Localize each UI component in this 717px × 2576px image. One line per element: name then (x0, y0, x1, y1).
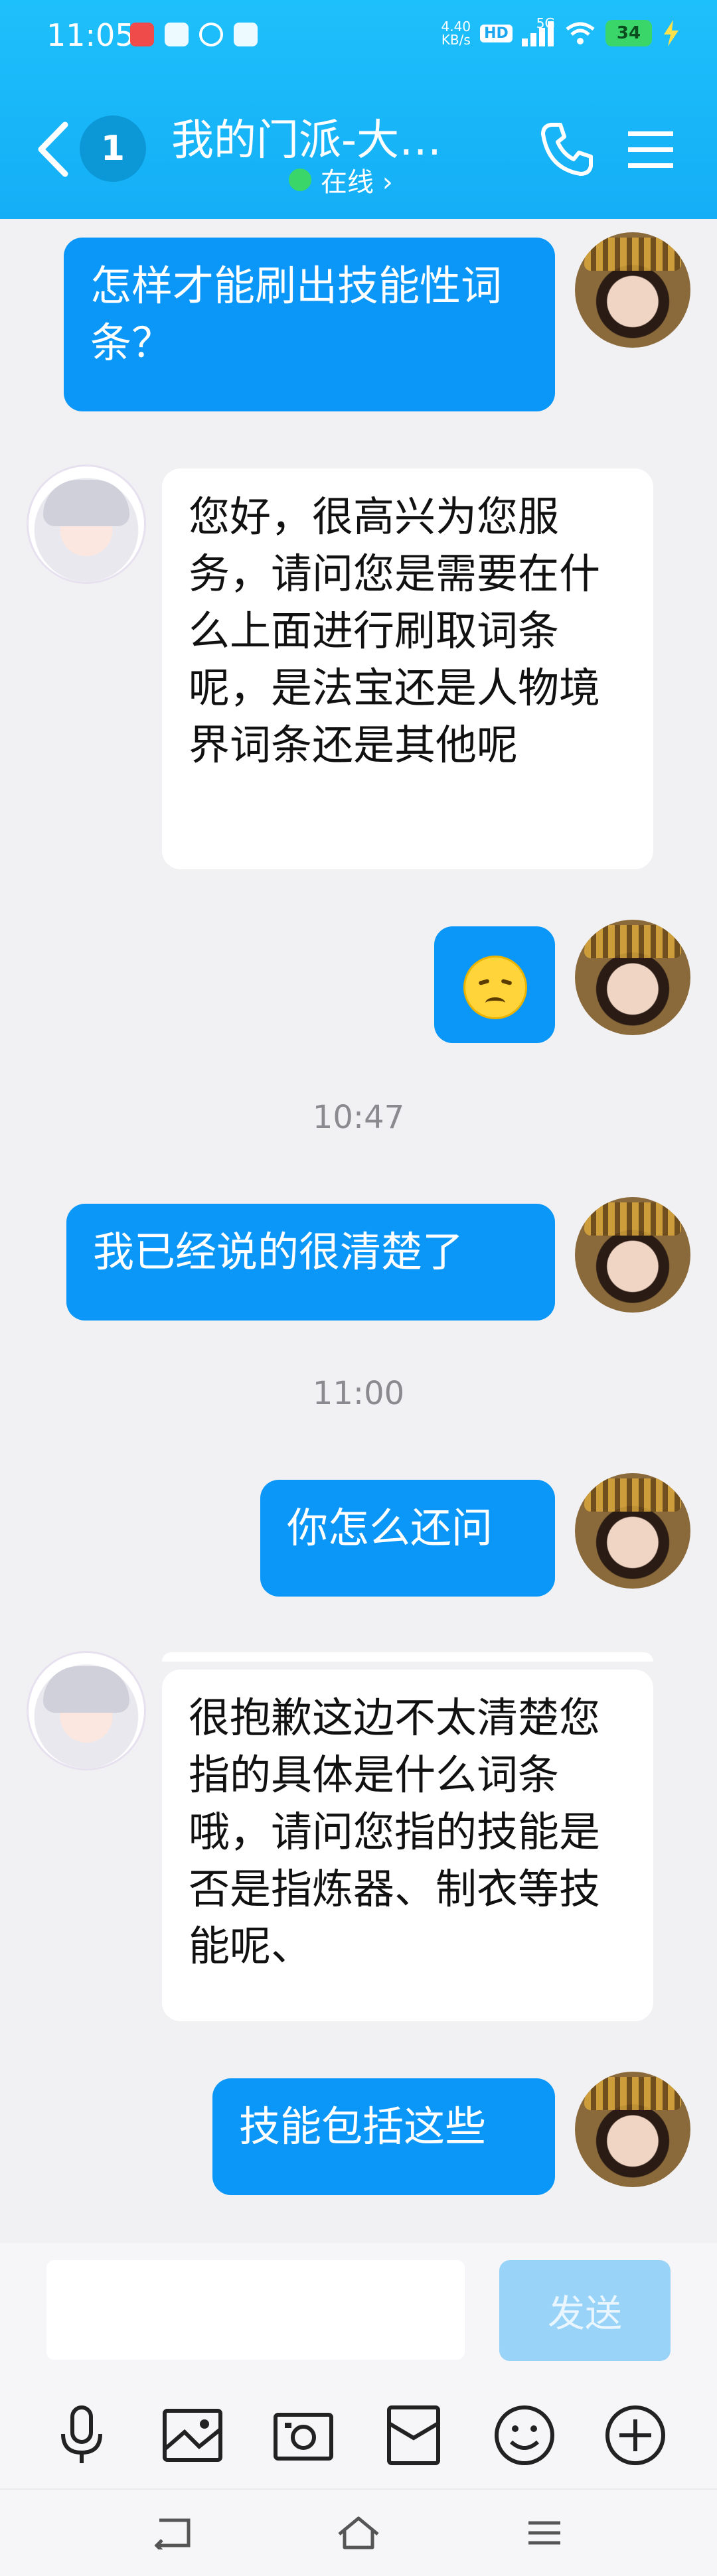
nav-back-icon (154, 2518, 191, 2549)
microphone-icon (61, 2405, 103, 2463)
my-avatar[interactable] (575, 1473, 690, 1589)
online-dot-icon (289, 169, 311, 191)
status-bar: 11:05 4.40 KB/s HD 5G 34 (0, 0, 717, 73)
online-status[interactable]: 在线 › (289, 161, 393, 199)
my-avatar[interactable] (575, 1197, 690, 1313)
input-toolbar (0, 2382, 717, 2488)
envelope-icon (387, 2405, 441, 2465)
battery-icon: 34 (605, 20, 652, 46)
bubble-edge (162, 1652, 653, 1662)
plus-circle-icon (605, 2405, 665, 2465)
clock: 11:05 (46, 17, 135, 53)
send-button[interactable]: 发送 (499, 2260, 671, 2361)
video-app-icon (165, 23, 189, 46)
voice-button[interactable] (45, 2399, 118, 2472)
nav-recents-button[interactable] (518, 2510, 571, 2556)
camera-button[interactable] (267, 2399, 340, 2472)
search-app-icon (199, 23, 223, 46)
my-avatar[interactable] (575, 920, 690, 1035)
wifi-icon (566, 22, 595, 44)
system-nav-bar (0, 2488, 717, 2576)
phone-call-icon[interactable] (536, 118, 598, 179)
sad-face-emoji-icon (463, 956, 527, 1019)
menu-icon[interactable] (624, 123, 677, 177)
nav-home-button[interactable] (332, 2510, 385, 2556)
emoji-button[interactable] (488, 2399, 561, 2472)
red-packet-button[interactable] (377, 2399, 450, 2472)
hd-icon: HD (480, 24, 513, 42)
message-bubble-sent[interactable]: 技能包括这些 (212, 2078, 555, 2195)
message-bubble-sent[interactable]: 怎样才能刷出技能性词条？ (64, 238, 555, 411)
message-bubble-received[interactable]: 很抱歉这边不太清楚您指的具体是什么词条哦，请问您指的技能是否是指炼器、制衣等技能… (162, 1670, 653, 2021)
message-bubble-sent[interactable]: 你怎么还问 (260, 1480, 555, 1597)
timestamp: 11:00 (312, 1375, 405, 1412)
more-button[interactable] (599, 2399, 672, 2472)
unread-count-badge[interactable]: 1 (80, 115, 146, 182)
timestamp: 10:47 (312, 1099, 405, 1136)
news-app-icon (130, 23, 154, 46)
nav-back-button[interactable] (146, 2510, 199, 2556)
chat-header: 1 我的门派-大… 在线 › (0, 86, 717, 206)
top-bar: 11:05 4.40 KB/s HD 5G 34 1 我的门派-大… 在线 › (0, 0, 717, 219)
back-arrow-icon[interactable] (33, 119, 73, 179)
album-button[interactable] (156, 2399, 229, 2472)
composer: 发送 (0, 2243, 717, 2382)
message-bubble-sent[interactable]: 我已经说的很清楚了 (66, 1204, 555, 1321)
message-input[interactable] (46, 2260, 465, 2360)
message-bubble-received[interactable]: 您好，很高兴为您服务，请问您是需要在什么上面进行刷取词条呢，是法宝还是人物境界词… (162, 468, 653, 869)
agent-avatar[interactable] (27, 465, 146, 584)
recents-icon (528, 2521, 560, 2545)
camera-icon (273, 2413, 333, 2461)
network-type: 5G (536, 15, 555, 31)
smiley-icon (494, 2405, 554, 2465)
chat-title[interactable]: 我的门派-大… (171, 106, 503, 167)
agent-avatar[interactable] (27, 1651, 146, 1770)
my-avatar[interactable] (575, 232, 690, 348)
my-avatar[interactable] (575, 2072, 690, 2187)
image-icon (162, 2409, 222, 2462)
home-icon (338, 2516, 379, 2549)
net-speed: 4.40 KB/s (441, 19, 471, 48)
charging-icon (664, 20, 678, 46)
copy-app-icon (234, 23, 258, 46)
